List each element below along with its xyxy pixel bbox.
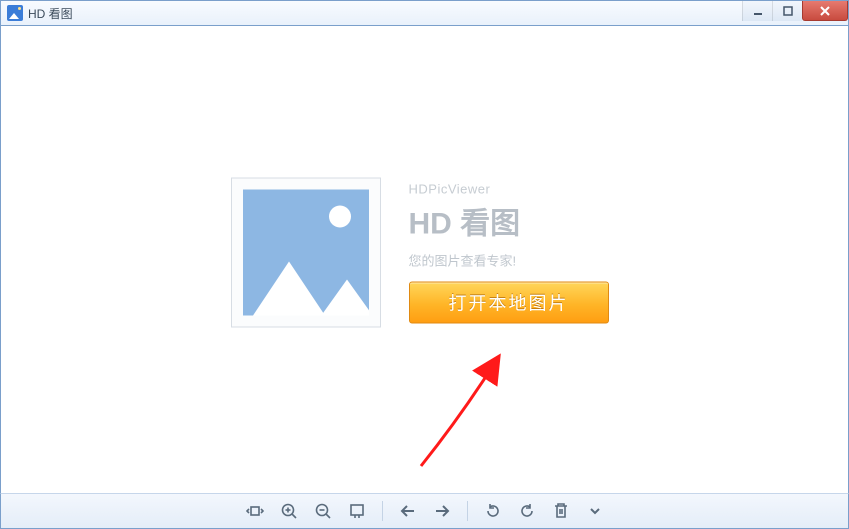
app-icon: [7, 5, 23, 21]
bottom-toolbar: [0, 493, 849, 529]
picture-icon: [243, 189, 369, 315]
slogan-text: 您的图片查看专家!: [409, 250, 619, 269]
fit-screen-button[interactable]: [240, 498, 270, 524]
zoom-out-icon: [314, 502, 332, 520]
zoom-in-button[interactable]: [274, 498, 304, 524]
next-button[interactable]: [427, 498, 457, 524]
chevron-down-icon: [588, 504, 602, 518]
actual-size-icon: [348, 503, 366, 519]
prev-button[interactable]: [393, 498, 423, 524]
open-local-image-button[interactable]: 打开本地图片: [409, 281, 609, 323]
annotation-arrow: [401, 336, 541, 476]
close-icon: [818, 5, 832, 17]
minimize-icon: [752, 5, 764, 17]
rotate-cw-button[interactable]: [512, 498, 542, 524]
more-button[interactable]: [580, 498, 610, 524]
image-placeholder: [231, 177, 381, 327]
fit-screen-icon: [246, 503, 264, 519]
delete-button[interactable]: [546, 498, 576, 524]
arrow-left-icon: [399, 503, 417, 519]
trash-icon: [553, 502, 569, 520]
welcome-text: HDPicViewer HD 看图 您的图片查看专家! 打开本地图片: [409, 181, 619, 323]
brand-chinese: HD 看图: [409, 198, 619, 242]
actual-size-button[interactable]: [342, 498, 372, 524]
arrow-right-icon: [433, 503, 451, 519]
rotate-ccw-button[interactable]: [478, 498, 508, 524]
maximize-button[interactable]: [772, 1, 802, 21]
rotate-ccw-icon: [484, 502, 502, 520]
title-bar: HD 看图: [0, 0, 849, 26]
zoom-in-icon: [280, 502, 298, 520]
zoom-out-button[interactable]: [308, 498, 338, 524]
minimize-button[interactable]: [742, 1, 772, 21]
maximize-icon: [782, 5, 794, 17]
content-area: HDPicViewer HD 看图 您的图片查看专家! 打开本地图片: [0, 26, 849, 493]
toolbar-separator: [467, 501, 468, 521]
close-button[interactable]: [802, 1, 848, 21]
brand-english: HDPicViewer: [409, 181, 619, 196]
welcome-panel: HDPicViewer HD 看图 您的图片查看专家! 打开本地图片: [231, 177, 619, 327]
toolbar-separator: [382, 501, 383, 521]
window-controls: [742, 1, 848, 21]
rotate-cw-icon: [518, 502, 536, 520]
window-title: HD 看图: [28, 5, 73, 22]
